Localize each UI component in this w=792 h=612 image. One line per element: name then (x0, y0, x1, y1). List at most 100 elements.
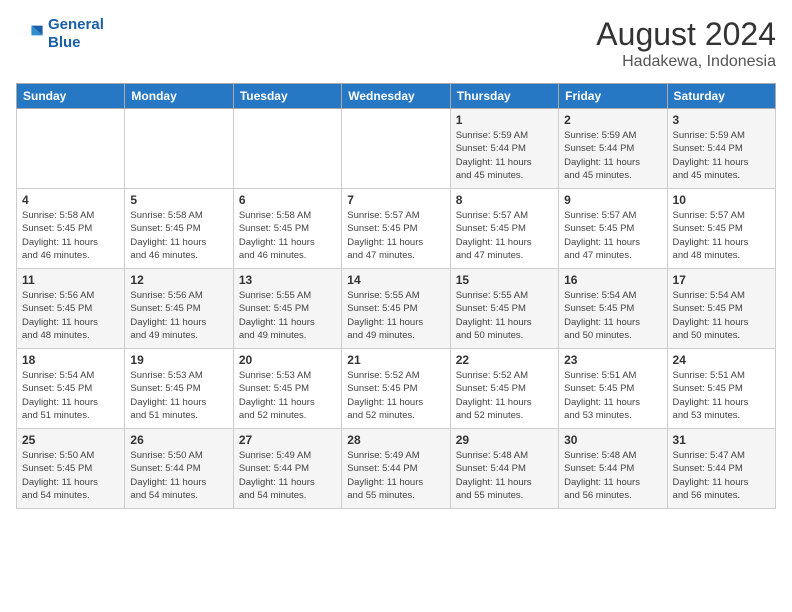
day-info: Sunrise: 5:51 AMSunset: 5:45 PMDaylight:… (673, 369, 770, 422)
calendar-cell: 13Sunrise: 5:55 AMSunset: 5:45 PMDayligh… (233, 269, 341, 349)
calendar-cell: 10Sunrise: 5:57 AMSunset: 5:45 PMDayligh… (667, 189, 775, 269)
calendar-cell: 22 Sunrise: 5:52 AMSunset: 5:45 PMDayligh… (450, 349, 558, 429)
calendar-table: SundayMondayTuesdayWednesdayThursdayFrid… (16, 83, 776, 509)
day-info: Sunrise: 5:51 AMSunset: 5:45 PMDaylight:… (564, 369, 661, 422)
calendar-cell: 5 Sunrise: 5:58 AMSunset: 5:45 PMDaylight… (125, 189, 233, 269)
header-day-sunday: Sunday (17, 84, 125, 109)
day-number: 26 (130, 433, 227, 447)
calendar-cell: 12 Sunrise: 5:56 AMSunset: 5:45 PMDayligh… (125, 269, 233, 349)
calendar-cell: 27Sunrise: 5:49 AMSunset: 5:44 PMDayligh… (233, 429, 341, 509)
week-row-1: 1Sunrise: 5:59 AMSunset: 5:44 PMDaylight… (17, 109, 776, 189)
day-number: 22 (456, 353, 553, 367)
day-info: Sunrise: 5:53 AMSunset: 5:45 PMDaylight:… (130, 369, 227, 422)
calendar-cell: 4 Sunrise: 5:58 AMSunset: 5:45 PMDaylight… (17, 189, 125, 269)
week-row-2: 4 Sunrise: 5:58 AMSunset: 5:45 PMDaylight… (17, 189, 776, 269)
day-number: 9 (564, 193, 661, 207)
logo: General Blue (16, 16, 104, 52)
day-number: 19 (130, 353, 227, 367)
calendar-cell: 1Sunrise: 5:59 AMSunset: 5:44 PMDaylight… (450, 109, 558, 189)
day-info: Sunrise: 5:57 AMSunset: 5:45 PMDaylight:… (456, 209, 553, 262)
day-number: 17 (673, 273, 770, 287)
day-number: 30 (564, 433, 661, 447)
day-info: Sunrise: 5:52 AMSunset: 5:45 PMDaylight:… (456, 369, 553, 422)
header-day-friday: Friday (559, 84, 667, 109)
header-row: SundayMondayTuesdayWednesdayThursdayFrid… (17, 84, 776, 109)
calendar-header: SundayMondayTuesdayWednesdayThursdayFrid… (17, 84, 776, 109)
day-number: 4 (22, 193, 119, 207)
day-info: Sunrise: 5:58 AMSunset: 5:45 PMDaylight:… (22, 209, 119, 262)
day-number: 14 (347, 273, 444, 287)
calendar-cell: 17 Sunrise: 5:54 AMSunset: 5:45 PMDayligh… (667, 269, 775, 349)
logo-line2: Blue (48, 34, 81, 51)
page-header: General Blue August 2024 Hadakewa, Indon… (16, 16, 776, 71)
calendar-cell: 19 Sunrise: 5:53 AMSunset: 5:45 PMDayligh… (125, 349, 233, 429)
day-info: Sunrise: 5:58 AMSunset: 5:45 PMDaylight:… (239, 209, 336, 262)
day-info: Sunrise: 5:59 AMSunset: 5:44 PMDaylight:… (456, 129, 553, 182)
day-info: Sunrise: 5:55 AMSunset: 5:45 PMDaylight:… (239, 289, 336, 342)
day-info: Sunrise: 5:55 AMSunset: 5:45 PMDaylight:… (456, 289, 553, 342)
day-info: Sunrise: 5:50 AMSunset: 5:44 PMDaylight:… (130, 449, 227, 502)
day-number: 24 (673, 353, 770, 367)
day-info: Sunrise: 5:50 AMSunset: 5:45 PMDaylight:… (22, 449, 119, 502)
calendar-cell: 28 Sunrise: 5:49 AMSunset: 5:44 PMDayligh… (342, 429, 450, 509)
calendar-cell: 26 Sunrise: 5:50 AMSunset: 5:44 PMDayligh… (125, 429, 233, 509)
calendar-cell: 8 Sunrise: 5:57 AMSunset: 5:45 PMDaylight… (450, 189, 558, 269)
calendar-subtitle: Hadakewa, Indonesia (596, 53, 776, 71)
day-number: 5 (130, 193, 227, 207)
day-info: Sunrise: 5:48 AMSunset: 5:44 PMDaylight:… (456, 449, 553, 502)
calendar-body: 1Sunrise: 5:59 AMSunset: 5:44 PMDaylight… (17, 109, 776, 509)
day-number: 12 (130, 273, 227, 287)
day-info: Sunrise: 5:55 AMSunset: 5:45 PMDaylight:… (347, 289, 444, 342)
day-number: 11 (22, 273, 119, 287)
day-number: 8 (456, 193, 553, 207)
day-info: Sunrise: 5:59 AMSunset: 5:44 PMDaylight:… (673, 129, 770, 182)
day-info: Sunrise: 5:56 AMSunset: 5:45 PMDaylight:… (130, 289, 227, 342)
day-info: Sunrise: 5:53 AMSunset: 5:45 PMDaylight:… (239, 369, 336, 422)
day-info: Sunrise: 5:49 AMSunset: 5:44 PMDaylight:… (239, 449, 336, 502)
calendar-cell: 29 Sunrise: 5:48 AMSunset: 5:44 PMDayligh… (450, 429, 558, 509)
header-day-thursday: Thursday (450, 84, 558, 109)
logo-line1: General (48, 16, 104, 33)
week-row-5: 25Sunrise: 5:50 AMSunset: 5:45 PMDayligh… (17, 429, 776, 509)
calendar-cell: 6Sunrise: 5:58 AMSunset: 5:45 PMDaylight… (233, 189, 341, 269)
calendar-cell: 21Sunrise: 5:52 AMSunset: 5:45 PMDayligh… (342, 349, 450, 429)
day-number: 2 (564, 113, 661, 127)
day-info: Sunrise: 5:58 AMSunset: 5:45 PMDaylight:… (130, 209, 227, 262)
day-number: 28 (347, 433, 444, 447)
logo-text: General Blue (48, 16, 104, 52)
header-day-monday: Monday (125, 84, 233, 109)
calendar-cell: 14 Sunrise: 5:55 AMSunset: 5:45 PMDayligh… (342, 269, 450, 349)
day-info: Sunrise: 5:54 AMSunset: 5:45 PMDaylight:… (22, 369, 119, 422)
day-info: Sunrise: 5:48 AMSunset: 5:44 PMDaylight:… (564, 449, 661, 502)
header-day-wednesday: Wednesday (342, 84, 450, 109)
day-info: Sunrise: 5:54 AMSunset: 5:45 PMDaylight:… (673, 289, 770, 342)
day-number: 7 (347, 193, 444, 207)
calendar-cell: 3Sunrise: 5:59 AMSunset: 5:44 PMDaylight… (667, 109, 775, 189)
calendar-cell: 16Sunrise: 5:54 AMSunset: 5:45 PMDayligh… (559, 269, 667, 349)
calendar-cell: 7 Sunrise: 5:57 AMSunset: 5:45 PMDaylight… (342, 189, 450, 269)
day-info: Sunrise: 5:57 AMSunset: 5:45 PMDaylight:… (347, 209, 444, 262)
calendar-cell: 24 Sunrise: 5:51 AMSunset: 5:45 PMDayligh… (667, 349, 775, 429)
day-number: 29 (456, 433, 553, 447)
calendar-cell: 15 Sunrise: 5:55 AMSunset: 5:45 PMDayligh… (450, 269, 558, 349)
week-row-3: 11 Sunrise: 5:56 AMSunset: 5:45 PMDayligh… (17, 269, 776, 349)
day-number: 16 (564, 273, 661, 287)
calendar-cell: 30 Sunrise: 5:48 AMSunset: 5:44 PMDayligh… (559, 429, 667, 509)
day-info: Sunrise: 5:49 AMSunset: 5:44 PMDaylight:… (347, 449, 444, 502)
calendar-cell: 31Sunrise: 5:47 AMSunset: 5:44 PMDayligh… (667, 429, 775, 509)
calendar-cell: 20Sunrise: 5:53 AMSunset: 5:45 PMDayligh… (233, 349, 341, 429)
calendar-cell (17, 109, 125, 189)
day-number: 10 (673, 193, 770, 207)
week-row-4: 18 Sunrise: 5:54 AMSunset: 5:45 PMDayligh… (17, 349, 776, 429)
calendar-cell (342, 109, 450, 189)
day-info: Sunrise: 5:56 AMSunset: 5:45 PMDaylight:… (22, 289, 119, 342)
calendar-cell: 25Sunrise: 5:50 AMSunset: 5:45 PMDayligh… (17, 429, 125, 509)
calendar-cell: 11 Sunrise: 5:56 AMSunset: 5:45 PMDayligh… (17, 269, 125, 349)
calendar-cell: 2Sunrise: 5:59 AMSunset: 5:44 PMDaylight… (559, 109, 667, 189)
day-number: 15 (456, 273, 553, 287)
header-day-tuesday: Tuesday (233, 84, 341, 109)
day-number: 18 (22, 353, 119, 367)
day-number: 21 (347, 353, 444, 367)
title-block: August 2024 Hadakewa, Indonesia (596, 16, 776, 71)
calendar-cell: 9Sunrise: 5:57 AMSunset: 5:45 PMDaylight… (559, 189, 667, 269)
